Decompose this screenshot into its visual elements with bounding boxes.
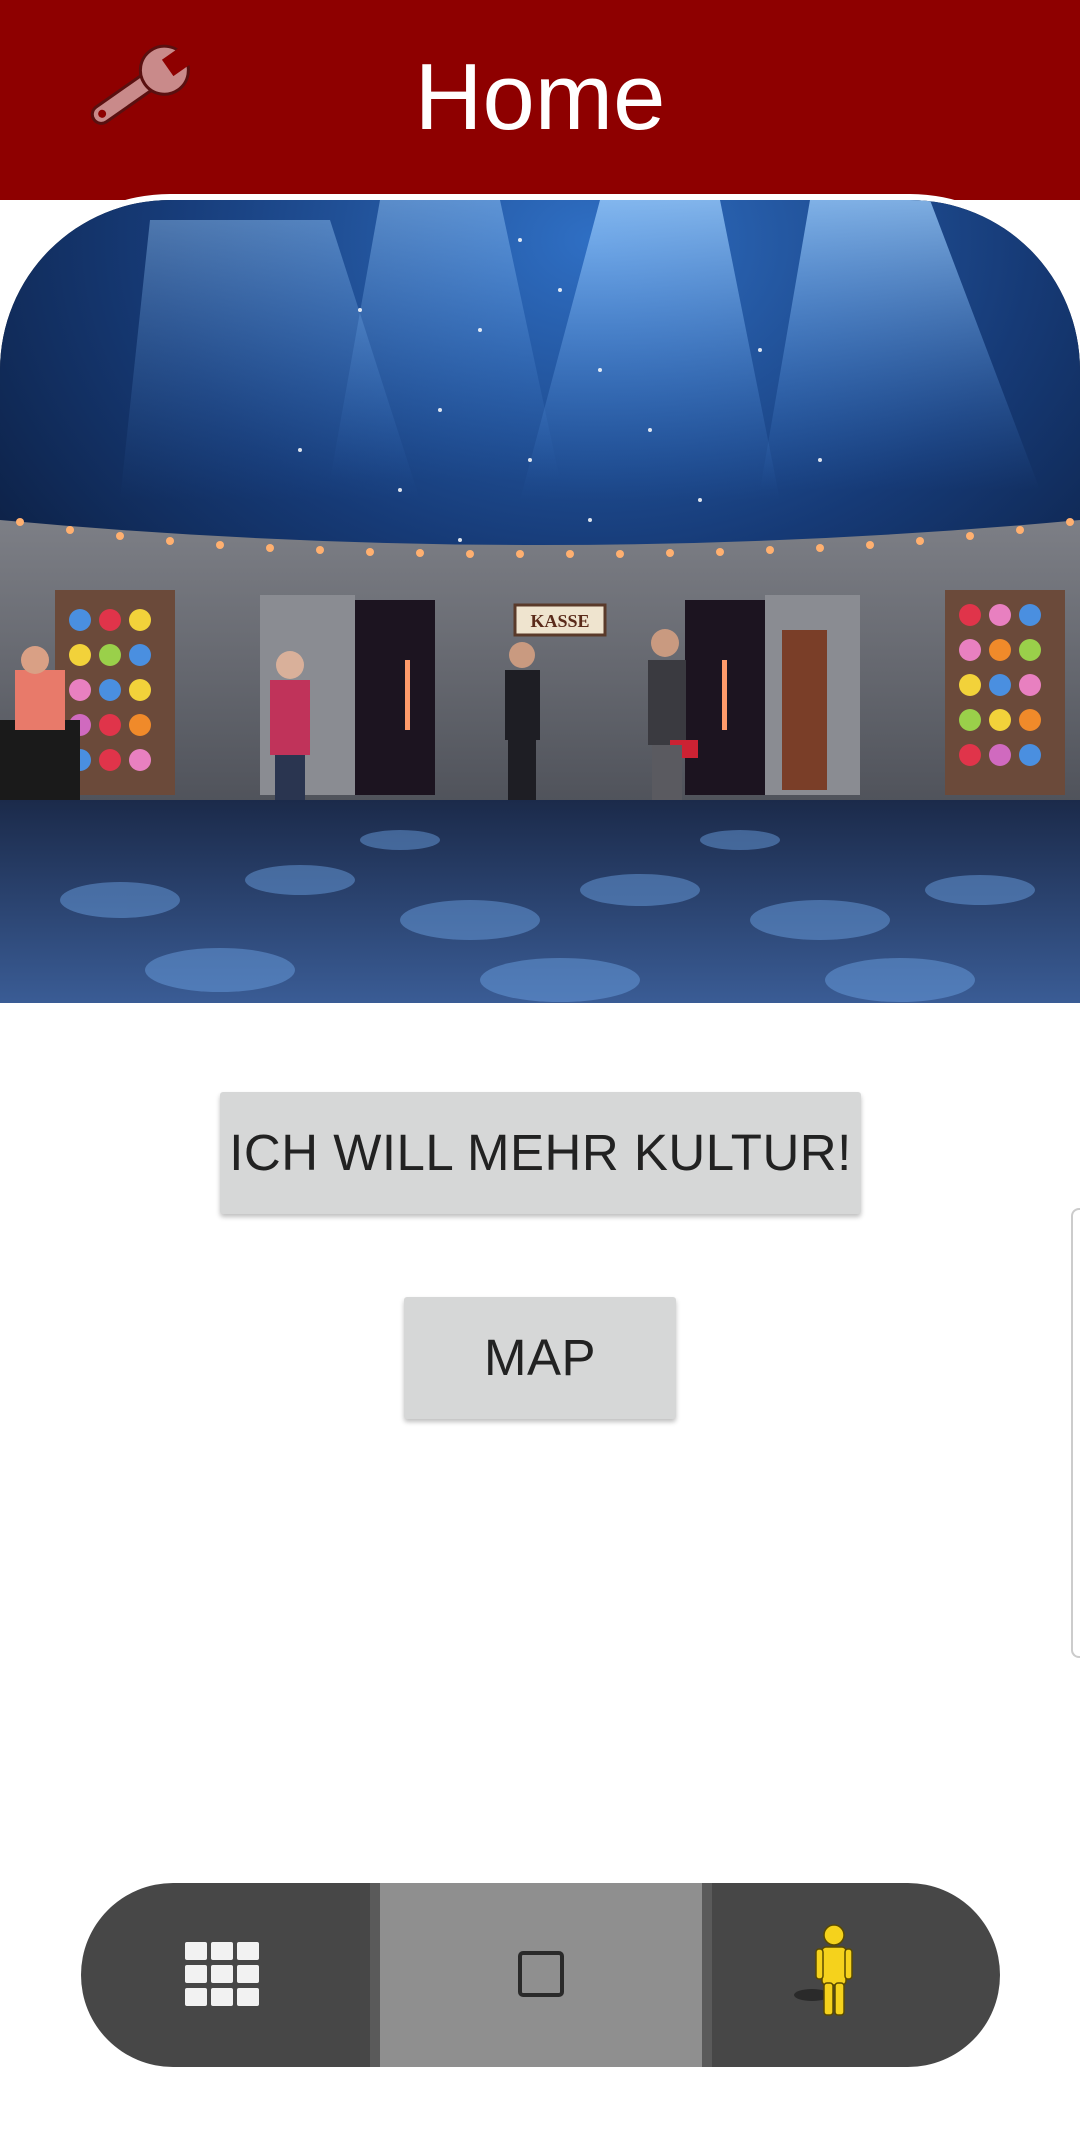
square-icon	[518, 1951, 564, 1997]
page-title: Home	[414, 44, 666, 149]
grid-icon	[185, 1942, 259, 2006]
bottom-navbar	[81, 1883, 1000, 2067]
edge-panel-handle[interactable]	[1071, 1208, 1080, 1658]
hero-stage-image: KASSE	[0, 200, 1080, 1003]
person-icon	[794, 1924, 853, 2016]
nav-person-button[interactable]	[712, 1883, 1000, 2067]
nav-apps-button[interactable]	[81, 1883, 370, 2067]
more-culture-button[interactable]: ICH WILL MEHR KULTUR!	[220, 1092, 861, 1214]
nav-divider	[370, 1883, 380, 2067]
kasse-sign: KASSE	[530, 611, 589, 631]
app-header: Home	[0, 0, 1080, 200]
nav-divider	[702, 1883, 712, 2067]
nav-home-button[interactable]	[380, 1883, 702, 2067]
map-button[interactable]: MAP	[404, 1297, 676, 1419]
